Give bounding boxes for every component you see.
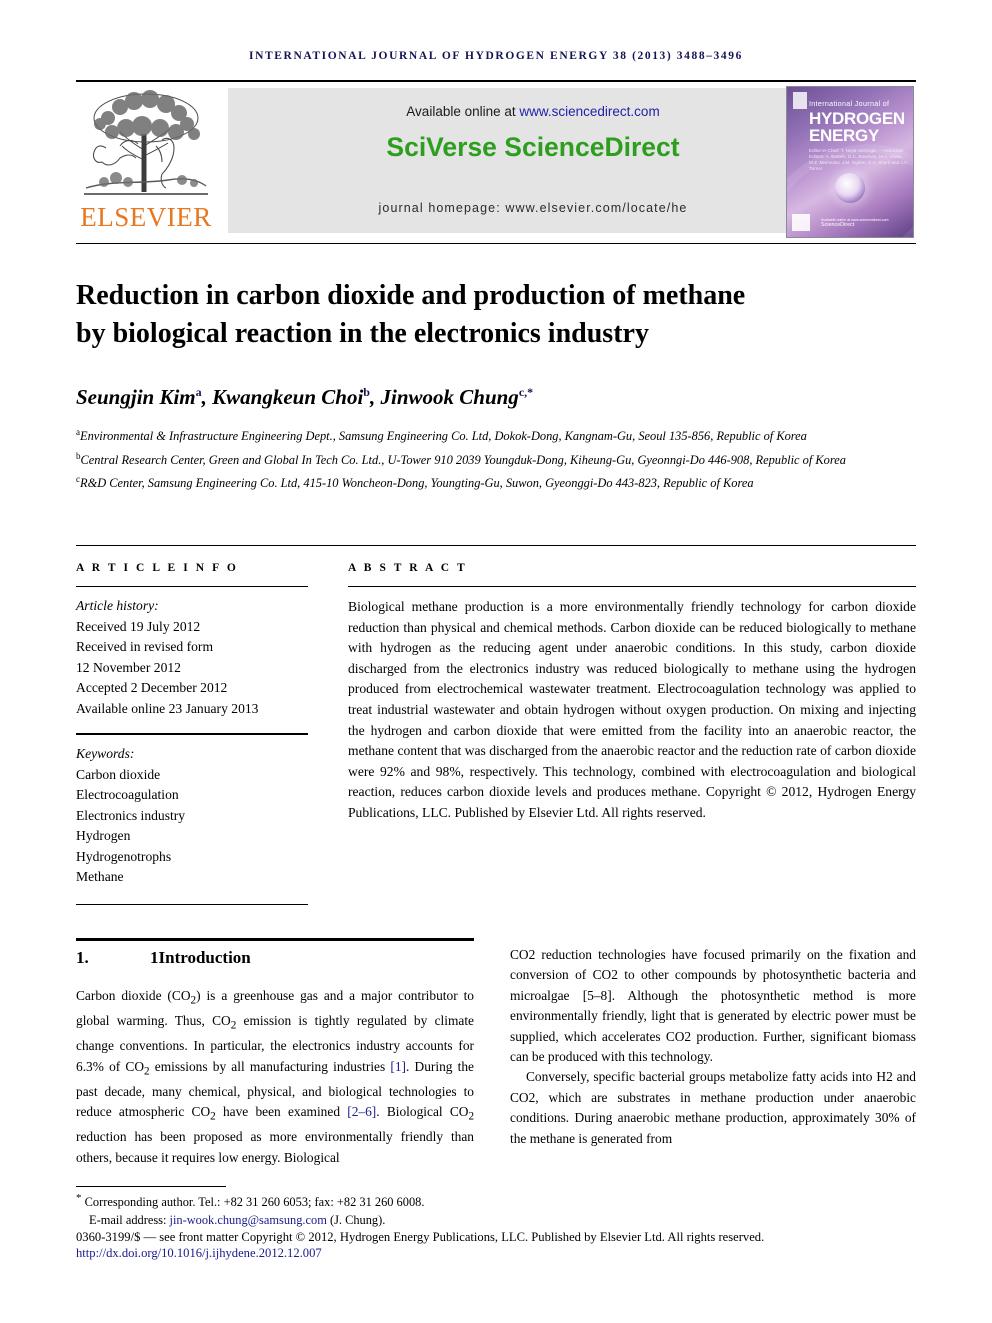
abstract-body-text: Biological methane production is a more …: [348, 599, 916, 800]
elsevier-logo: ELSEVIER: [76, 86, 216, 238]
available-online-line: Available online at www.sciencedirect.co…: [228, 104, 838, 119]
abstract-heading: A B S T R A C T: [348, 562, 468, 574]
author-list: Seungjin Kima, Kwangkeun Choib, Jinwook …: [76, 385, 534, 409]
masthead: ELSEVIER Available online at www.science…: [76, 86, 916, 238]
author-name: Kwangkeun Choi: [212, 385, 364, 409]
author-affiliation-marker: a: [195, 385, 202, 399]
intro-paragraph-right-2: Conversely, specific bacterial groups me…: [510, 1069, 916, 1146]
intro-paragraphs-right: CO2 reduction technologies have focused …: [510, 945, 916, 1149]
intro-text: emissions by all manufacturing industrie…: [149, 1058, 391, 1074]
elsevier-tree-icon: [82, 88, 210, 200]
article-history-item: Received in revised form: [76, 639, 214, 654]
affiliation-item: bCentral Research Center, Green and Glob…: [76, 448, 906, 470]
affiliation-item: cR&D Center, Samsung Engineering Co. Ltd…: [76, 471, 906, 493]
cover-editors-list: Editor-in-Chief: T. Nejat Veziroglu — As…: [809, 148, 909, 171]
section-heading: 1. 1Introduction: [76, 948, 474, 968]
keyword-item: Hydrogenotrophs: [76, 848, 172, 864]
intro-text: Carbon dioxide (CO: [76, 988, 191, 1003]
article-info-section: A R T I C L E I N F O Article history: R…: [76, 562, 308, 905]
affiliation-item: aEnvironmental & Infrastructure Engineer…: [76, 424, 906, 446]
intro-text: reduction has been proposed as more envi…: [76, 1129, 474, 1165]
affiliation-text: R&D Center, Samsung Engineering Co. Ltd,…: [80, 476, 754, 491]
author-name: Seungjin Kim: [76, 385, 196, 409]
keyword-item: Carbon dioxide: [76, 766, 161, 782]
article-history-item: Available online 23 January 2013: [76, 700, 259, 716]
article-history-label: Article history:: [76, 598, 159, 613]
article-history-item: 12 November 2012: [76, 659, 181, 675]
article-page: International Journal of Hydrogen Energy…: [0, 0, 992, 1323]
running-head: International Journal of Hydrogen Energy…: [249, 50, 743, 62]
cover-journal-title-2: ENERGY: [809, 126, 879, 145]
cover-ihe-logo-icon: [792, 214, 810, 231]
author-affiliation-marker: c,*: [518, 385, 534, 399]
affiliation-list: aEnvironmental & Infrastructure Engineer…: [76, 424, 906, 495]
abstract-text-block: Biological methane production is a more …: [348, 597, 916, 824]
available-online-text: Available online at: [406, 104, 520, 119]
elsevier-wordmark: ELSEVIER: [80, 202, 212, 232]
intro-text: . Biological CO: [376, 1104, 469, 1120]
corresponding-author-text: Corresponding author. Tel.: +82 31 260 6…: [84, 1195, 425, 1210]
keywords-top-rule: [76, 733, 308, 735]
keyword-item: Electrocoagulation: [76, 787, 179, 802]
sciverse-sciencedirect-logo: SciVerse ScienceDirect: [386, 132, 680, 162]
sciencedirect-band: Available online at www.sciencedirect.co…: [228, 88, 838, 233]
author-affiliation-marker: b: [363, 385, 370, 399]
journal-homepage-line[interactable]: journal homepage: www.elsevier.com/locat…: [228, 201, 838, 215]
affiliation-text: Environmental & Infrastructure Engineeri…: [80, 429, 807, 444]
article-history-item: Received 19 July 2012: [76, 618, 201, 634]
header-rule: [76, 80, 916, 82]
email-link[interactable]: jin-wook.chung@samsung.com: [170, 1213, 327, 1227]
cover-elsevier-mark-icon: [793, 92, 807, 109]
article-history-item: Accepted 2 December 2012: [76, 680, 228, 695]
journal-cover-image: International Journal of HYDROGEN ENERGY…: [786, 86, 914, 238]
keywords-bottom-rule: [76, 903, 308, 905]
section-title: 1Introduction: [150, 948, 251, 967]
keyword-item: Hydrogen: [76, 828, 131, 843]
cover-journal-prefix: International Journal of: [809, 99, 890, 108]
keywords-label: Keywords:: [76, 746, 135, 761]
issn-copyright-line: 0360-3199/$ — see front matter Copyright…: [76, 1230, 765, 1244]
cover-journal-title-1: HYDROGEN: [809, 109, 905, 128]
sciencedirect-url[interactable]: www.sciencedirect.com: [519, 104, 659, 119]
keyword-item: Methane: [76, 869, 124, 884]
article-history-block: Article history: Received 19 July 2012 R…: [76, 596, 308, 719]
abstract-rule: [348, 586, 916, 587]
email-label: E-mail address:: [89, 1212, 170, 1227]
co2-subscript: 2: [468, 1110, 475, 1123]
masthead-bottom-rule: [76, 243, 916, 244]
cover-sciencedirect-mark: Available online at www.sciencedirect.co…: [821, 218, 888, 228]
abstract-section: A B S T R A C T Biological methane produ…: [348, 562, 916, 824]
cover-sciencedirect-label: ScienceDirect: [821, 222, 855, 228]
email-line: E-mail address: jin-wook.chung@samsung.c…: [76, 1212, 576, 1230]
intro-paragraph-right-1: CO2 reduction technologies have focused …: [510, 947, 916, 1065]
authors-bottom-rule: [76, 545, 916, 546]
citation-ref-2-6[interactable]: [2–6]: [347, 1104, 376, 1119]
keywords-block: Keywords: Carbon dioxide Electrocoagulat…: [76, 744, 308, 888]
citation-ref-1[interactable]: [1]: [390, 1059, 406, 1074]
doi-link[interactable]: http://dx.doi.org/10.1016/j.ijhydene.201…: [76, 1246, 921, 1261]
section-number: 1.: [76, 948, 89, 967]
intro-text: have been examined: [215, 1104, 348, 1120]
article-info-rule: [76, 586, 308, 587]
intro-paragraph-left: Carbon dioxide (CO2) is a greenhouse gas…: [76, 986, 474, 1168]
email-suffix: (J. Chung).: [326, 1212, 386, 1227]
footnote-block: * Corresponding author. Tel.: +82 31 260…: [76, 1190, 576, 1229]
footnote-rule: [76, 1186, 226, 1187]
corresponding-author-asterisk: *: [76, 1192, 82, 1204]
keyword-item: Electronics industry: [76, 807, 186, 823]
affiliation-text: Central Research Center, Green and Globa…: [80, 452, 846, 467]
article-info-heading: A R T I C L E I N F O: [76, 562, 239, 574]
cover-ring-graphic: [835, 173, 865, 203]
author-name: Jinwook Chung: [380, 385, 519, 409]
article-title: Reduction in carbon dioxide and producti…: [76, 279, 746, 349]
section-top-rule: [76, 938, 474, 941]
